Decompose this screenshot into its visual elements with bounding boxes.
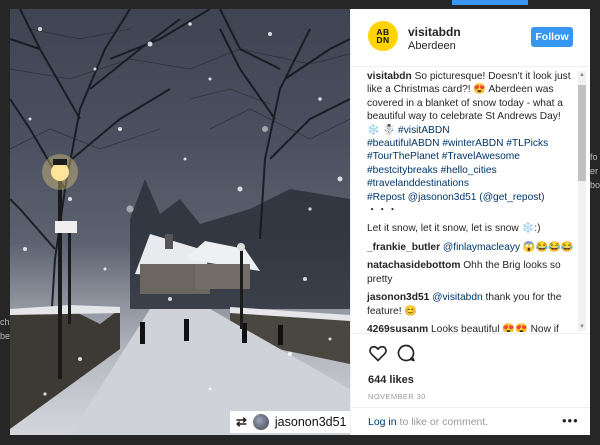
comment-username[interactable]: natachasidebottom bbox=[367, 260, 460, 271]
post-side-panel: AB DN visitabdn Aberdeen Follow visitabd… bbox=[350, 9, 590, 435]
scrollbar-thumb[interactable] bbox=[578, 85, 586, 181]
post-photo[interactable]: ⇄ jasonon3d51 bbox=[10, 9, 350, 435]
heart-icon[interactable] bbox=[368, 343, 388, 363]
post-header: AB DN visitabdn Aberdeen Follow bbox=[351, 9, 590, 67]
comments-list: visitabdn So picturesque! Doesn't it loo… bbox=[367, 70, 575, 332]
background-right-text: fo er bo bbox=[590, 152, 600, 190]
caption-text-0: So picturesque! Doesn't it look bbox=[414, 71, 552, 82]
repost-avatar bbox=[252, 414, 269, 430]
repost-icon: ⇄ bbox=[236, 414, 247, 429]
more-options-icon[interactable]: ••• bbox=[562, 413, 579, 428]
comment-text: Let it snow, let it snow, let is snow ❄️… bbox=[367, 223, 541, 235]
caption-ellipsis: ・・・ bbox=[367, 205, 398, 217]
avatar[interactable]: AB DN bbox=[368, 21, 398, 51]
comment-username[interactable]: jasonon3d51 bbox=[367, 292, 429, 303]
follow-button[interactable]: Follow bbox=[531, 27, 573, 47]
location-link[interactable]: Aberdeen bbox=[408, 40, 456, 52]
login-bar: Log in to like or comment. ••• bbox=[351, 407, 590, 435]
comment-text: 😱😂😂😂 bbox=[520, 241, 574, 253]
avatar-text: AB DN bbox=[376, 27, 390, 45]
comment-username[interactable]: 4269susanm bbox=[367, 324, 428, 332]
background-follow-button-edge bbox=[452, 0, 528, 5]
hashtag-link[interactable]: #beautifulABDN #winterABDN #TLPicks bbox=[367, 137, 575, 150]
repost-tag[interactable]: ⇄ jasonon3d51 bbox=[230, 411, 350, 433]
comment-item: Let it snow, let it snow, let is snow ❄️… bbox=[367, 222, 575, 235]
login-rest-text: to like or comment. bbox=[399, 416, 489, 428]
login-link[interactable]: Log in bbox=[368, 416, 397, 428]
comment-item: natachasidebottom Ohh the Brig looks so … bbox=[367, 259, 575, 286]
scroll-down-arrow-icon[interactable]: ▼ bbox=[578, 323, 586, 331]
post-date: NOVEMBER 30 bbox=[368, 392, 426, 401]
post-modal: ⇄ jasonon3d51 AB DN visitabdn Aberdeen F… bbox=[10, 9, 590, 435]
repost-username: jasonon3d51 bbox=[274, 415, 347, 429]
comments-scrollbar[interactable]: ▲ ▼ bbox=[578, 71, 586, 331]
hashtag-link[interactable]: #visitABDN bbox=[398, 125, 450, 136]
scroll-up-arrow-icon[interactable]: ▲ bbox=[578, 71, 586, 79]
hashtag-link[interactable]: #TourThePlanet #TravelAwesome bbox=[367, 150, 575, 163]
login-prompt: Log in to like or comment. bbox=[368, 416, 488, 428]
comment-item: jasonon3d51 @visitabdn thank you for the… bbox=[367, 291, 575, 318]
hashtag-link[interactable]: #bestcitybreaks #hello_cities bbox=[367, 164, 575, 177]
hashtag-link[interactable]: #travelanddestinations bbox=[367, 177, 575, 190]
hashtag-link[interactable]: #Repost @jasonon3d51 (@get_repost) bbox=[367, 191, 575, 204]
caption: visitabdn So picturesque! Doesn't it loo… bbox=[367, 70, 575, 217]
comment-item: _frankie_butler @finlaymacleayy 😱😂😂😂 bbox=[367, 241, 575, 254]
comment-item: 4269susanm Looks beautiful 😍😍 Now if onl… bbox=[367, 323, 575, 332]
likes-count[interactable]: 644 likes bbox=[368, 374, 414, 386]
caption-username[interactable]: visitabdn bbox=[367, 71, 412, 82]
comment-username[interactable]: _frankie_butler bbox=[367, 242, 440, 253]
post-actions: 644 likes NOVEMBER 30 Log in to like or … bbox=[351, 333, 590, 435]
comment-mention[interactable]: @visitabdn bbox=[432, 292, 483, 303]
snow-scene-image bbox=[10, 9, 350, 435]
comment-bubble-icon[interactable] bbox=[396, 343, 416, 363]
background-left-text: ch be bbox=[0, 317, 11, 341]
comment-mention[interactable]: @finlaymacleayy bbox=[443, 242, 520, 253]
username-link[interactable]: visitabdn bbox=[408, 25, 461, 39]
